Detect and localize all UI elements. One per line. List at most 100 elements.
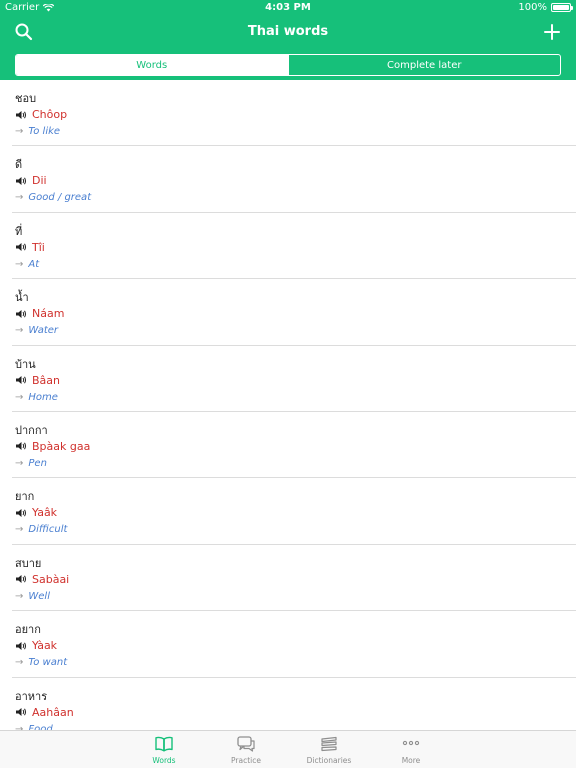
word-row[interactable]: ปากกา Bpàak gaa → Pen (12, 412, 576, 479)
translation-text: Difficult (28, 524, 68, 536)
thai-word: ที่ (15, 224, 23, 238)
romanized-text: Aahâan (32, 705, 74, 719)
tab-label: More (401, 756, 421, 765)
romanized-line: Chôop (15, 108, 67, 121)
romanized-line: Bâan (15, 374, 60, 387)
romanized-text: Yaâk (32, 506, 58, 520)
romanized-line: Sabàai (15, 573, 69, 586)
segment-words[interactable]: Words (16, 55, 288, 75)
arrow-icon: → (15, 258, 24, 270)
arrow-icon: → (15, 325, 24, 337)
thai-word: ดี (15, 158, 23, 172)
tab-label: Words (152, 756, 176, 765)
segment-complete-later[interactable]: Complete later (287, 55, 561, 75)
word-row[interactable]: สบาย Sabàai → Well (12, 545, 576, 612)
book-icon (155, 736, 173, 752)
arrow-icon: → (15, 192, 24, 204)
translation-line: → Well (15, 591, 50, 602)
romanized-text: Bâan (32, 373, 60, 387)
more-dots-icon (402, 740, 420, 746)
romanized-text: Chôop (32, 108, 68, 121)
translation-line: → At (15, 259, 39, 270)
romanized-line: Tîi (15, 241, 45, 254)
tab-label: Dictionaries (306, 756, 352, 765)
romanized-line: Yàak (15, 639, 57, 652)
translation-line: → To want (15, 657, 67, 668)
speaker-icon[interactable] (15, 375, 27, 385)
arrow-icon: → (15, 126, 24, 137)
battery-fill (553, 5, 569, 10)
tab-bar: Words Practice Dictionaries More (0, 730, 576, 768)
word-row[interactable]: อยาก Yàak → To want (12, 611, 576, 678)
arrow-icon: → (15, 657, 24, 669)
romanized-text: Sabàai (32, 572, 70, 586)
speaker-icon[interactable] (15, 574, 27, 584)
word-row[interactable]: บ้าน Bâan → Home (12, 346, 576, 412)
battery-percent: 100% (518, 2, 547, 13)
word-row[interactable]: ยาก Yaâk → Difficult (12, 478, 576, 545)
status-bar: Carrier 4:03 PM 100% (0, 0, 576, 16)
translation-line: → Home (15, 392, 58, 403)
segment-bar: Words Complete later (0, 50, 576, 80)
nav-bar: Thai words (0, 16, 576, 50)
thai-word: อยาก (15, 623, 41, 637)
translation-line: → To like (15, 126, 60, 137)
thai-word: ยาก (15, 490, 35, 504)
segmented-control: Words Complete later (15, 54, 561, 76)
arrow-icon: → (15, 391, 24, 403)
speaker-icon[interactable] (15, 641, 27, 651)
speaker-icon[interactable] (15, 309, 27, 319)
thai-word: สบาย (15, 556, 42, 570)
translation-text: At (28, 258, 40, 270)
word-row[interactable]: ที่ Tîi → At (12, 213, 576, 280)
thai-word: อาหาร (15, 689, 48, 703)
translation-line: → Good / great (15, 192, 91, 203)
speaker-icon[interactable] (15, 441, 27, 451)
thai-word: น้ำ (15, 291, 29, 305)
status-right: 100% (518, 2, 573, 13)
word-row[interactable]: น้ำ Náam → Water (12, 279, 576, 346)
page-title: Thai words (247, 24, 329, 39)
romanized-text: Dii (32, 174, 47, 188)
thai-word: ปากกา (15, 423, 48, 437)
speaker-icon[interactable] (15, 176, 27, 186)
word-row[interactable]: ชอบ Chôop → To like (12, 80, 576, 147)
battery-icon (551, 3, 573, 12)
tab-words[interactable]: Words (129, 735, 199, 765)
speaker-icon[interactable] (15, 707, 27, 717)
tab-label: Practice (231, 756, 261, 765)
romanized-line: Aahâan (15, 706, 74, 719)
arrow-icon: → (15, 590, 24, 602)
translation-text: Water (28, 325, 59, 337)
arrow-icon: → (15, 457, 24, 469)
romanized-line: Bpàak gaa (15, 440, 90, 453)
romanized-text: Bpàak gaa (32, 439, 91, 453)
thai-word: ชอบ (15, 92, 37, 105)
translation-text: To want (28, 657, 68, 669)
arrow-icon: → (15, 524, 24, 536)
word-list[interactable]: ชอบ Chôop → To like ดี Dii → Good / great ที่ Tîi… (0, 80, 576, 730)
translation-text: To like (28, 126, 61, 137)
word-row[interactable]: อาหาร Aahâan → Food (12, 678, 576, 730)
translation-text: Home (28, 391, 58, 403)
translation-text: Pen (28, 457, 47, 469)
romanized-line: Yaâk (15, 506, 57, 519)
romanized-line: Dii (15, 174, 47, 187)
speaker-icon[interactable] (15, 110, 27, 120)
speaker-icon[interactable] (15, 508, 27, 518)
translation-text: Well (28, 590, 50, 602)
tab-practice[interactable]: Practice (211, 735, 281, 765)
translation-line: → Pen (15, 458, 47, 469)
stack-icon (321, 736, 337, 752)
status-time: 4:03 PM (265, 2, 311, 13)
thai-word: บ้าน (15, 357, 36, 371)
chat-bubble-icon (237, 736, 255, 752)
plus-icon[interactable] (542, 22, 562, 42)
tab-more[interactable]: More (376, 735, 446, 765)
translation-line: → Water (15, 325, 58, 336)
romanized-text: Náam (32, 307, 65, 321)
word-row[interactable]: ดี Dii → Good / great (12, 146, 576, 213)
tab-dictionaries[interactable]: Dictionaries (294, 735, 364, 765)
romanized-line: Náam (15, 307, 64, 320)
speaker-icon[interactable] (15, 242, 27, 252)
